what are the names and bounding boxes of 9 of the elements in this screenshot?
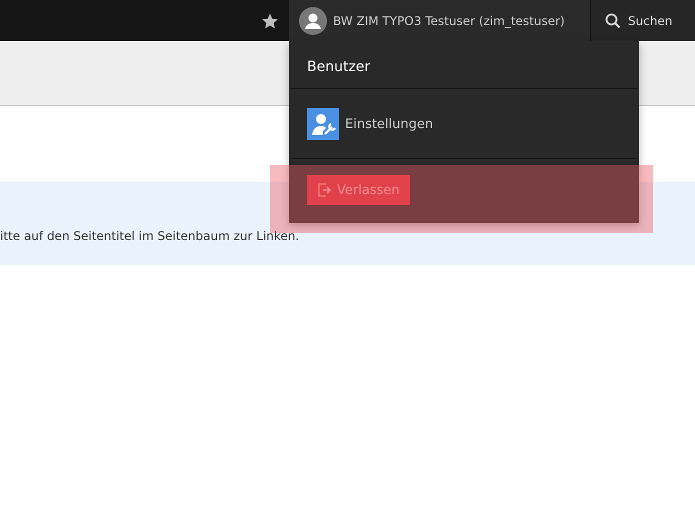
- search-icon: [605, 12, 621, 28]
- dropdown-heading: Benutzer: [306, 58, 372, 77]
- info-text: itte auf den Seitentitel im Seitenbaum zur Linken.: [0, 229, 300, 243]
- user-menu-button[interactable]: BW ZIM TYPO3 Testuser (zim_testuser): [289, 0, 590, 41]
- logout-icon: [317, 182, 333, 198]
- user-wrench-icon: [307, 108, 339, 140]
- settings-menu-item[interactable]: Einstellungen: [307, 108, 434, 140]
- search-button[interactable]: Suchen: [590, 0, 695, 41]
- avatar-icon: [299, 6, 327, 34]
